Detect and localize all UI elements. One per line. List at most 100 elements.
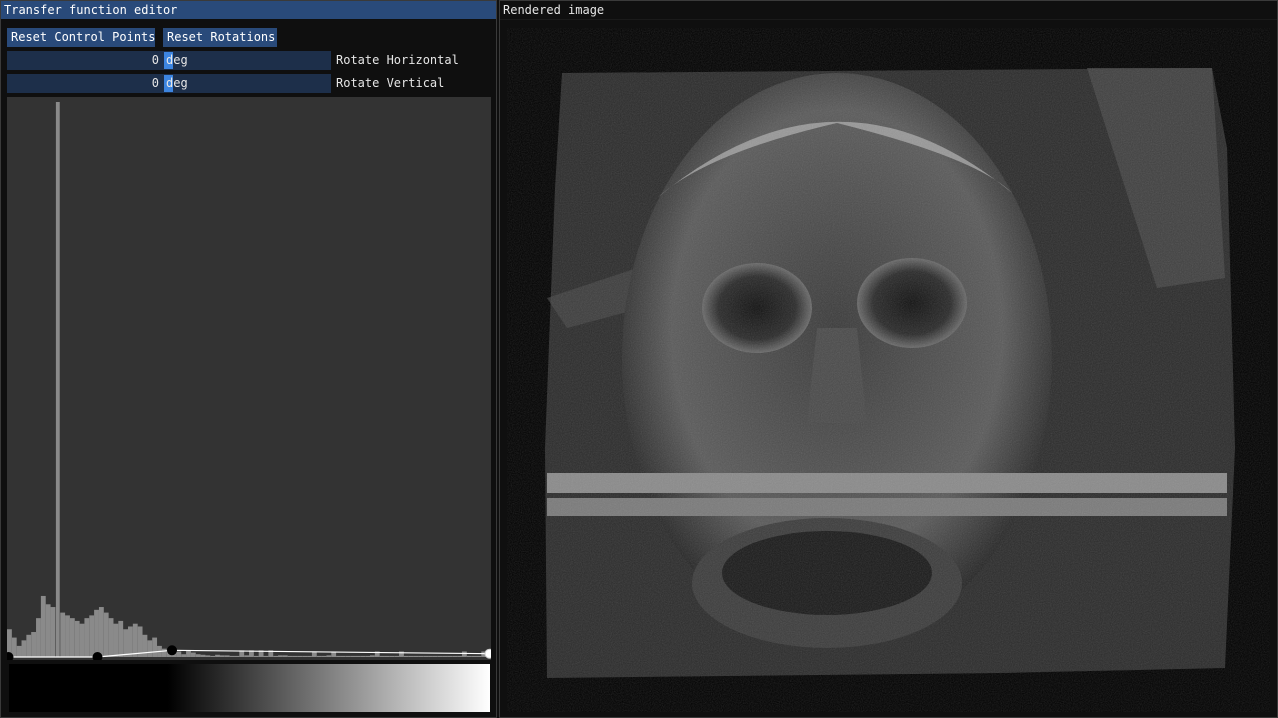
histogram-bar	[74, 620, 80, 657]
histogram-bar	[113, 623, 119, 657]
histogram-bar	[26, 634, 32, 657]
histogram-bar	[234, 655, 240, 657]
histogram-bar	[379, 655, 385, 657]
transfer-function-canvas[interactable]	[7, 97, 491, 660]
histogram-bar	[365, 655, 370, 657]
histogram-bar	[340, 655, 346, 657]
histogram-bar	[36, 618, 41, 657]
histogram-bar	[21, 640, 27, 657]
histogram-bar	[273, 655, 279, 657]
histogram-bar	[350, 655, 356, 657]
histogram-bar	[60, 612, 66, 657]
rotate-vertical-unit: deg	[166, 76, 188, 90]
histogram-bar	[161, 648, 167, 657]
histogram-bar	[403, 655, 409, 657]
histogram-bar	[128, 626, 133, 657]
histogram-bar	[84, 618, 90, 657]
histogram-bar	[65, 615, 70, 658]
histogram-bar	[437, 655, 443, 657]
rotate-horizontal-value: 0	[151, 53, 159, 67]
histogram-bar	[94, 609, 99, 658]
noise-overlay	[507, 28, 1270, 712]
reset-rotations-button[interactable]: Reset Rotations	[163, 28, 277, 47]
histogram-bar	[205, 655, 211, 658]
histogram-bar	[219, 655, 225, 658]
histogram-bar	[98, 607, 104, 657]
histogram-bar	[278, 655, 283, 658]
histogram-bar	[307, 655, 312, 657]
histogram-bar	[413, 655, 419, 657]
tf-window-title[interactable]: Transfer function editor	[1, 1, 496, 19]
histogram-bar	[142, 634, 148, 657]
histogram-bar	[16, 645, 22, 657]
histogram-bar	[190, 652, 196, 657]
rotate-vertical-label: Rotate Vertical	[336, 76, 445, 90]
histogram-bar	[461, 651, 467, 657]
histogram-bar	[428, 655, 433, 657]
rotate-horizontal-unit: deg	[166, 53, 188, 67]
histogram-bar	[394, 655, 400, 657]
histogram-bar	[55, 102, 60, 657]
histogram-bar	[215, 654, 220, 657]
histogram-bar	[321, 655, 327, 657]
histogram-bar	[103, 612, 109, 657]
histogram-bar	[326, 655, 332, 658]
histogram-bar	[432, 655, 438, 657]
histogram-bar	[302, 655, 308, 657]
histogram-bar	[418, 655, 424, 657]
rotate-vertical-slider[interactable]: 0 deg	[7, 74, 331, 93]
histogram-bar	[152, 637, 158, 658]
rendered-volume-image[interactable]	[507, 28, 1270, 712]
histogram-bar	[123, 629, 128, 657]
histogram-bar	[466, 655, 472, 657]
histogram-bar	[345, 655, 351, 657]
control-point[interactable]	[167, 645, 177, 656]
histogram-bar	[287, 655, 293, 657]
render-window-title[interactable]: Rendered image	[500, 1, 1277, 20]
transfer-function-plot[interactable]	[7, 97, 491, 660]
rotate-horizontal-slider[interactable]: 0 deg	[7, 51, 331, 70]
histogram-bar	[355, 655, 361, 657]
histogram-bar	[132, 623, 138, 657]
histogram-bar	[224, 655, 230, 658]
reset-control-points-button[interactable]: Reset Control Points	[7, 28, 156, 47]
histogram-bar	[442, 655, 448, 657]
histogram-bar	[40, 595, 46, 657]
color-gradient-bar	[9, 664, 490, 712]
histogram-bar	[316, 655, 322, 657]
histogram-bar	[186, 650, 191, 657]
histogram-bar	[79, 623, 85, 657]
histogram-bar	[45, 604, 51, 657]
histogram-bar	[263, 655, 269, 657]
histogram-bar	[282, 655, 288, 658]
histogram-bar	[370, 655, 375, 658]
rotate-horizontal-label: Rotate Horizontal	[336, 53, 459, 67]
histogram-bar	[471, 655, 477, 657]
histogram-bar	[292, 655, 298, 657]
histogram-bar	[147, 640, 153, 657]
control-point[interactable]	[7, 652, 14, 661]
histogram-bar	[389, 655, 395, 657]
histogram-bar	[408, 655, 414, 657]
control-point[interactable]	[92, 652, 103, 661]
histogram-bar	[50, 607, 56, 657]
histogram-bar	[181, 654, 187, 657]
tf-canvas-bg	[7, 97, 491, 660]
histogram-bar	[384, 655, 390, 657]
histogram-bar	[447, 655, 453, 657]
control-point[interactable]	[484, 648, 491, 659]
histogram-bar	[118, 620, 124, 657]
histogram-bar	[423, 655, 429, 657]
histogram-bar	[297, 655, 303, 657]
rendered-image-window: Rendered image	[499, 0, 1278, 718]
histogram-bar	[476, 655, 482, 657]
rotate-vertical-value: 0	[151, 76, 159, 90]
histogram-bar	[229, 655, 235, 657]
histogram-bar	[108, 618, 114, 657]
histogram-bar	[244, 655, 249, 658]
histogram-bar	[31, 632, 37, 657]
histogram-bar	[253, 655, 259, 657]
histogram-bar	[195, 654, 201, 657]
histogram-bar	[210, 655, 216, 657]
histogram-bar	[176, 651, 182, 657]
